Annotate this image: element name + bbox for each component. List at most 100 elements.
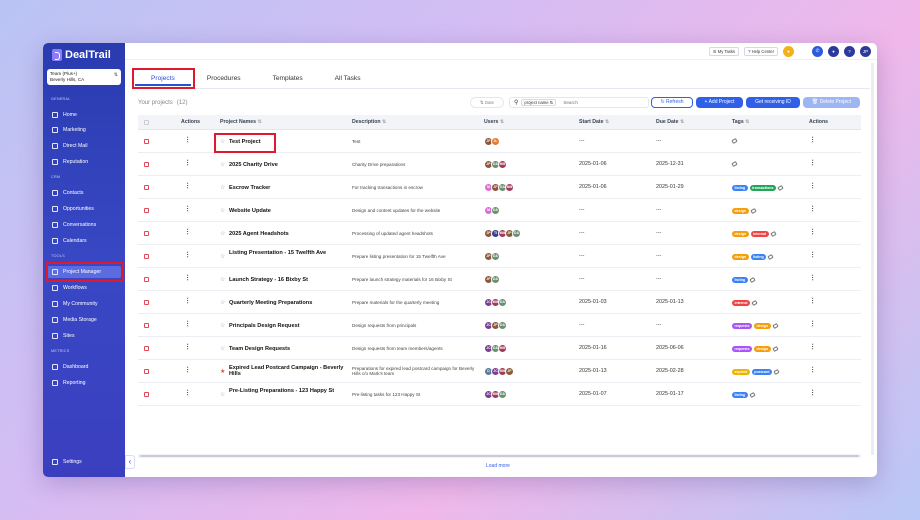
project-name-link[interactable]: Principals Design Request bbox=[229, 323, 349, 330]
users-avatars[interactable]: D JC MM JP bbox=[484, 366, 514, 376]
tab-procedures[interactable]: Procedures bbox=[191, 72, 257, 86]
users-avatars[interactable]: JC DA MM bbox=[484, 343, 507, 353]
scrollbar-thumb[interactable] bbox=[140, 455, 859, 457]
users-avatars[interactable]: JC JP DA bbox=[484, 320, 507, 330]
tag-icon[interactable] bbox=[749, 207, 757, 214]
users-avatars[interactable]: JP DA MM bbox=[484, 159, 507, 169]
sidebar-item-home[interactable]: Home bbox=[47, 109, 121, 121]
project-name-link[interactable]: Launch Strategy - 16 Bixby St bbox=[229, 277, 349, 284]
project-name-link[interactable]: Website Update bbox=[229, 208, 349, 215]
phone-icon[interactable]: ✆ bbox=[812, 45, 823, 57]
delete-project-button[interactable]: 🗑 Delete Project bbox=[803, 97, 860, 108]
row-more-actions-icon[interactable]: … bbox=[810, 320, 817, 327]
table-row[interactable]: … ☆ Principals Design Request Design reques… bbox=[138, 314, 861, 337]
users-avatars[interactable]: JP DA bbox=[484, 251, 500, 261]
tag-icon[interactable] bbox=[771, 345, 779, 352]
sidebar-item-dashboard[interactable]: Dashboard bbox=[47, 361, 121, 373]
row-more-actions-icon[interactable]: … bbox=[810, 251, 817, 258]
sidebar-item-calendars[interactable]: Calendars bbox=[47, 235, 121, 247]
tags-cell[interactable]: listing transactions bbox=[732, 184, 784, 191]
project-name-link[interactable]: 2025 Agent Headshots bbox=[229, 231, 349, 238]
sidebar-item-settings[interactable]: Settings bbox=[47, 456, 121, 468]
tag-icon[interactable] bbox=[777, 184, 784, 191]
tags-cell[interactable]: design bbox=[732, 207, 757, 214]
sidebar-item-contacts[interactable]: Contacts bbox=[47, 187, 121, 199]
tags-cell[interactable]: internal bbox=[732, 299, 758, 306]
project-name-link[interactable]: Expired Lead Postcard Campaign - Beverly… bbox=[229, 365, 349, 378]
tag-icon[interactable] bbox=[773, 368, 780, 375]
help-icon[interactable]: ? bbox=[844, 45, 855, 57]
row-checkbox[interactable] bbox=[144, 276, 149, 282]
vertical-scrollbar[interactable] bbox=[871, 63, 874, 455]
favorite-star-icon[interactable]: ☆ bbox=[220, 322, 225, 329]
row-checkbox[interactable] bbox=[144, 299, 149, 305]
row-actions-menu-icon[interactable]: … bbox=[185, 320, 192, 327]
row-checkbox[interactable] bbox=[144, 230, 149, 236]
favorite-star-icon[interactable]: ☆ bbox=[220, 299, 225, 306]
row-actions-menu-icon[interactable]: … bbox=[185, 297, 192, 304]
search-input[interactable] bbox=[563, 100, 634, 105]
row-actions-menu-icon[interactable]: … bbox=[185, 251, 192, 258]
tags-cell[interactable]: requests design bbox=[732, 345, 779, 352]
tag-icon[interactable] bbox=[771, 322, 779, 329]
col-description[interactable]: Description ⇅ bbox=[352, 119, 386, 125]
col-tags[interactable]: Tags ⇅ bbox=[732, 119, 750, 125]
get-receiving-id-button[interactable]: Get receiving ID bbox=[746, 97, 800, 108]
row-checkbox[interactable] bbox=[144, 184, 149, 190]
user-avatar[interactable]: JP bbox=[860, 45, 871, 57]
tags-cell[interactable]: design listing bbox=[732, 253, 774, 260]
row-more-actions-icon[interactable]: … bbox=[810, 343, 817, 350]
row-more-actions-icon[interactable]: … bbox=[810, 182, 817, 189]
coins-icon[interactable]: ● bbox=[783, 45, 794, 57]
row-checkbox[interactable] bbox=[144, 253, 149, 259]
users-avatars[interactable]: JP DA bbox=[484, 274, 500, 284]
col-due-date[interactable]: Due Date ⇅ bbox=[656, 119, 684, 125]
row-checkbox[interactable] bbox=[144, 391, 149, 397]
table-row[interactable]: … ☆ 2025 Charity Drive Charity Drive prepar… bbox=[138, 153, 861, 176]
sidebar-item-workflows[interactable]: Workflows bbox=[47, 282, 121, 294]
users-avatars[interactable]: M JP DA MM bbox=[484, 182, 514, 192]
tags-cell[interactable]: requests design bbox=[732, 322, 779, 329]
tag-icon[interactable] bbox=[767, 253, 774, 260]
sidebar-item-reputation[interactable]: Reputation bbox=[47, 156, 121, 168]
tag-icon[interactable] bbox=[751, 299, 758, 306]
row-actions-menu-icon[interactable]: … bbox=[185, 366, 192, 373]
row-actions-menu-icon[interactable]: … bbox=[185, 228, 192, 235]
row-actions-menu-icon[interactable]: … bbox=[185, 182, 192, 189]
help-center-button[interactable]: ? Help Center bbox=[744, 46, 778, 56]
favorite-star-icon[interactable]: ☆ bbox=[220, 184, 225, 191]
row-actions-menu-icon[interactable]: … bbox=[185, 343, 192, 350]
tag-icon[interactable] bbox=[748, 276, 756, 283]
table-row[interactable]: … ☆ Listing Presentation - 15 Twelfth Ave P… bbox=[138, 245, 861, 268]
row-actions-menu-icon[interactable]: … bbox=[185, 389, 192, 396]
table-row[interactable]: … ★ Expired Lead Postcard Campaign - Bever… bbox=[138, 360, 861, 383]
collapse-sidebar-button[interactable]: ‹ bbox=[125, 455, 135, 469]
row-more-actions-icon[interactable]: … bbox=[810, 228, 817, 235]
users-avatars[interactable]: JC MM DA bbox=[484, 389, 507, 399]
project-name-link[interactable]: Escrow Tracker bbox=[229, 185, 349, 192]
favorite-star-icon[interactable]: ★ bbox=[220, 368, 225, 375]
tab-templates[interactable]: Templates bbox=[257, 72, 319, 86]
sidebar-item-reporting[interactable]: Reporting bbox=[47, 377, 121, 389]
users-avatars[interactable]: JP JL bbox=[484, 136, 500, 146]
project-name-link[interactable]: 2025 Charity Drive bbox=[229, 162, 349, 169]
team-selector[interactable]: Team (Plus+) Beverly Hills, CA ⇅ bbox=[47, 69, 121, 85]
project-name-link[interactable]: Team Design Requests bbox=[229, 346, 349, 353]
row-checkbox[interactable] bbox=[144, 161, 149, 167]
tag-icon[interactable] bbox=[731, 160, 738, 167]
project-name-link[interactable]: Listing Presentation - 15 Twelfth Ave bbox=[229, 250, 349, 257]
table-row[interactable]: … ☆ Team Design Requests Design requests fr… bbox=[138, 337, 861, 360]
users-avatars[interactable]: M DA bbox=[484, 205, 500, 215]
col-project-names[interactable]: Project Names ⇅ bbox=[220, 119, 262, 125]
row-checkbox[interactable] bbox=[144, 138, 149, 144]
load-more-link[interactable]: Load more bbox=[486, 463, 510, 469]
table-row[interactable]: … ☆ Escrow Tracker For tracking transaction… bbox=[138, 176, 861, 199]
users-avatars[interactable]: JC MM DA bbox=[484, 297, 507, 307]
tag-icon[interactable] bbox=[731, 137, 738, 144]
row-actions-menu-icon[interactable]: … bbox=[185, 205, 192, 212]
col-users[interactable]: Users ⇅ bbox=[484, 119, 504, 125]
row-more-actions-icon[interactable]: … bbox=[810, 274, 817, 281]
favorite-star-icon[interactable]: ☆ bbox=[220, 276, 225, 283]
row-actions-menu-icon[interactable]: … bbox=[185, 136, 192, 143]
row-more-actions-icon[interactable]: … bbox=[810, 159, 817, 166]
